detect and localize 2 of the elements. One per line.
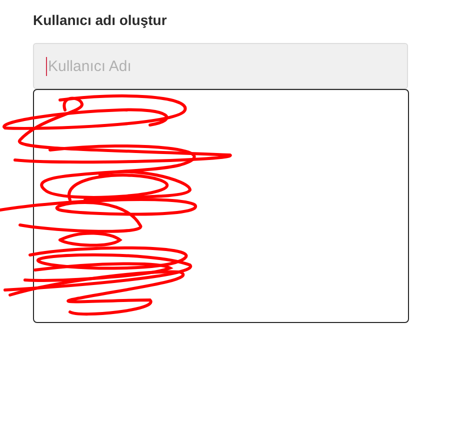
form-title: Kullanıcı adı oluştur [33, 12, 167, 28]
username-field[interactable]: Kullanıcı Adı [33, 43, 408, 89]
